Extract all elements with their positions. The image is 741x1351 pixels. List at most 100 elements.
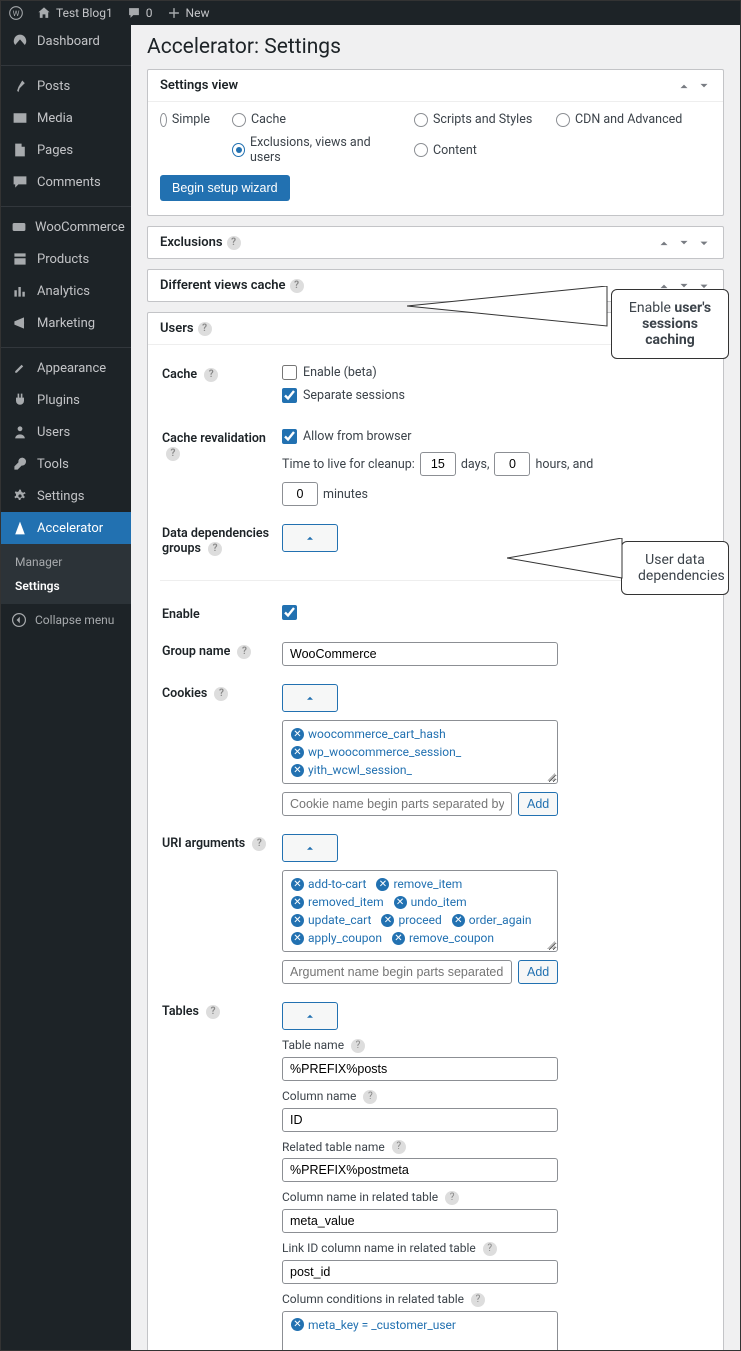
submenu-manager[interactable]: Manager	[1, 550, 131, 574]
related-table-input[interactable]	[282, 1158, 558, 1182]
ttl-days-input[interactable]	[420, 452, 456, 476]
radio-scripts[interactable]: Scripts and Styles	[414, 112, 534, 127]
tag-item: ✕remove_item	[376, 877, 462, 891]
users-icon	[11, 423, 29, 441]
sidebar-item-plugins[interactable]: Plugins	[1, 384, 131, 416]
tables-row-label: Tables	[162, 1004, 199, 1019]
remove-tag-icon[interactable]: ✕	[394, 896, 407, 909]
allow-browser-checkbox[interactable]: Allow from browser	[282, 429, 709, 444]
sidebar-item-woocommerce[interactable]: WooCommerce	[1, 211, 131, 243]
sidebar-item-comments[interactable]: Comments	[1, 166, 131, 198]
sidebar-item-pages[interactable]: Pages	[1, 134, 131, 166]
help-icon: ?	[445, 1191, 459, 1205]
sidebar-item-accelerator[interactable]: Accelerator	[1, 512, 131, 544]
group-name-input[interactable]	[282, 642, 558, 666]
sidebar-item-label: Appearance	[37, 361, 106, 376]
sidebar-item-appearance[interactable]: Appearance	[1, 352, 131, 384]
help-icon: ?	[227, 236, 241, 250]
remove-tag-icon[interactable]: ✕	[452, 914, 465, 927]
related-column-input[interactable]	[282, 1209, 558, 1233]
sidebar-item-analytics[interactable]: Analytics	[1, 275, 131, 307]
sidebar-item-label: Comments	[37, 175, 101, 190]
ttl-prefix: Time to live for cleanup:	[282, 457, 415, 472]
help-icon: ?	[208, 542, 222, 556]
sidebar-item-products[interactable]: Products	[1, 243, 131, 275]
chevron-up-icon[interactable]	[657, 236, 671, 250]
separate-sessions-checkbox[interactable]: Separate sessions	[282, 388, 709, 403]
help-icon: ?	[471, 1293, 485, 1307]
uriargs-tagbox[interactable]: ✕add-to-cart✕remove_item✕removed_item✕un…	[282, 870, 558, 952]
group-enable-checkbox[interactable]	[282, 605, 297, 620]
link-column-input[interactable]	[282, 1260, 558, 1284]
column-name-input[interactable]	[282, 1108, 558, 1132]
remove-tag-icon[interactable]: ✕	[291, 914, 304, 927]
remove-tag-icon[interactable]: ✕	[291, 1318, 304, 1331]
comments-count[interactable]: 0	[127, 6, 153, 20]
dashboard-icon	[11, 32, 29, 50]
help-icon: ?	[204, 368, 218, 382]
remove-tag-icon[interactable]: ✕	[376, 878, 389, 891]
enable-beta-checkbox[interactable]: Enable (beta)	[282, 365, 709, 380]
sidebar-item-dashboard[interactable]: Dashboard	[1, 25, 131, 57]
remove-tag-icon[interactable]: ✕	[291, 878, 304, 891]
cookies-tagbox[interactable]: ✕woocommerce_cart_hash✕wp_woocommerce_se…	[282, 720, 558, 784]
tables-collapse-button[interactable]	[282, 1002, 338, 1030]
table-name-input[interactable]	[282, 1057, 558, 1081]
settings-view-header[interactable]: Settings view	[148, 70, 723, 102]
cookies-collapse-button[interactable]	[282, 684, 338, 712]
sidebar-item-media[interactable]: Media	[1, 102, 131, 134]
chevron-down-icon[interactable]	[677, 236, 691, 250]
revalidation-row-label: Cache revalidation	[162, 431, 266, 446]
ttl-minutes-input[interactable]	[282, 482, 318, 506]
remove-tag-icon[interactable]: ✕	[291, 746, 304, 759]
remove-tag-icon[interactable]: ✕	[291, 932, 304, 945]
radio-simple[interactable]: Simple	[160, 112, 210, 127]
tag-item: ✕remove_coupon	[392, 931, 494, 945]
sidebar-item-marketing[interactable]: Marketing	[1, 307, 131, 339]
help-icon: ?	[351, 1039, 365, 1053]
group-name-row-label: Group name	[162, 644, 230, 659]
radio-content[interactable]: Content	[414, 135, 534, 165]
pin-icon	[11, 77, 29, 95]
remove-tag-icon[interactable]: ✕	[392, 932, 405, 945]
chevron-down-icon[interactable]	[697, 79, 711, 93]
tag-item: ✕add-to-cart	[291, 877, 366, 891]
sidebar-item-posts[interactable]: Posts	[1, 70, 131, 102]
submenu-settings[interactable]: Settings	[1, 574, 131, 598]
remove-tag-icon[interactable]: ✕	[291, 728, 304, 741]
collapse-menu[interactable]: Collapse menu	[1, 604, 131, 636]
caret-down-icon[interactable]	[697, 236, 711, 250]
begin-setup-wizard-button[interactable]: Begin setup wizard	[160, 175, 290, 201]
sidebar-item-label: Dashboard	[37, 34, 100, 49]
site-name[interactable]: Test Blog1	[37, 6, 113, 20]
conditions-tagbox[interactable]: ✕meta_key = _customer_user	[282, 1311, 558, 1350]
uriargs-add-input[interactable]	[282, 960, 512, 984]
sidebar-item-settings[interactable]: Settings	[1, 480, 131, 512]
sidebar-item-tools[interactable]: Tools	[1, 448, 131, 480]
cookie-add-input[interactable]	[282, 792, 512, 816]
ttl-hours-input[interactable]	[494, 452, 530, 476]
sidebar-item-users[interactable]: Users	[1, 416, 131, 448]
wp-logo[interactable]: W	[9, 6, 23, 20]
admin-sidebar: Dashboard Posts Media Pages Comments WooComme…	[1, 25, 131, 1350]
remove-tag-icon[interactable]: ✕	[291, 896, 304, 909]
help-icon: ?	[252, 837, 266, 851]
uriargs-collapse-button[interactable]	[282, 834, 338, 862]
ddg-collapse-button[interactable]	[282, 524, 338, 552]
uriargs-add-button[interactable]: Add	[518, 960, 558, 984]
radio-cache[interactable]: Cache	[232, 112, 392, 127]
chevron-up-icon[interactable]	[677, 79, 691, 93]
new-content[interactable]: New	[167, 6, 210, 20]
exclusions-header[interactable]: Exclusions?	[148, 227, 723, 258]
sidebar-item-label: Media	[37, 111, 73, 126]
remove-tag-icon[interactable]: ✕	[291, 764, 304, 777]
uriargs-row-label: URI arguments	[162, 836, 245, 851]
sidebar-item-label: Marketing	[37, 316, 95, 331]
remove-tag-icon[interactable]: ✕	[381, 914, 394, 927]
woo-icon	[11, 218, 27, 236]
sidebar-item-label: WooCommerce	[35, 220, 125, 235]
cookie-add-button[interactable]: Add	[518, 792, 558, 816]
help-icon: ?	[198, 322, 212, 336]
radio-cdn[interactable]: CDN and Advanced	[556, 112, 696, 127]
radio-exclusions[interactable]: Exclusions, views and users	[232, 135, 392, 165]
